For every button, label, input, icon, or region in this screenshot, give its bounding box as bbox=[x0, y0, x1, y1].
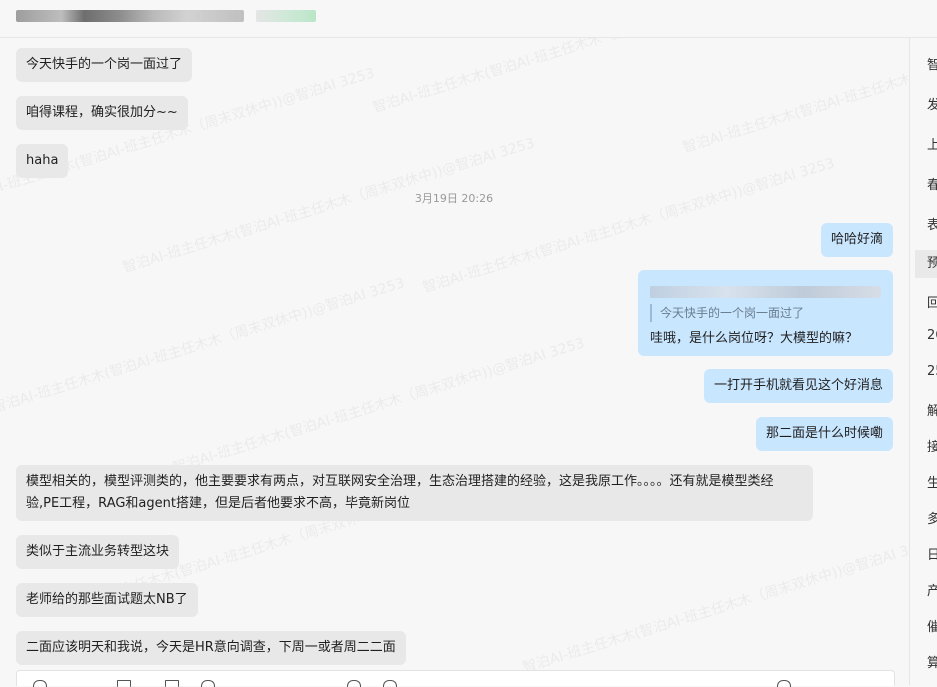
chat-message-sent[interactable]: 那二面是什么时候嘞 bbox=[755, 417, 893, 451]
folder-icon[interactable] bbox=[117, 680, 131, 687]
emoji-icon[interactable] bbox=[33, 680, 47, 687]
chat-message-received[interactable]: 类似于主流业务转型这块 bbox=[16, 535, 180, 569]
side-item[interactable]: 多 bbox=[927, 508, 937, 527]
right-side-panel: 智 发 上 春 表 预 回 26 25 解 接 生 多 日 产 催 算 bbox=[909, 38, 937, 685]
side-item[interactable]: 上 bbox=[927, 134, 937, 153]
side-item[interactable]: 生 bbox=[927, 472, 937, 491]
more-icon[interactable] bbox=[383, 680, 397, 687]
screenshot-icon[interactable] bbox=[165, 680, 179, 687]
side-item[interactable]: 25 bbox=[927, 364, 937, 379]
voice-icon[interactable] bbox=[201, 680, 215, 687]
video-icon[interactable] bbox=[347, 680, 361, 687]
chat-message-received[interactable]: haha bbox=[16, 144, 69, 178]
reply-text: 哇哦，是什么岗位呀？大模型的嘛？ bbox=[650, 331, 859, 346]
side-item[interactable]: 智 bbox=[927, 54, 937, 73]
side-item[interactable]: 接 bbox=[927, 436, 937, 455]
side-item[interactable]: 26 bbox=[927, 328, 937, 343]
side-item[interactable]: 催 bbox=[927, 616, 937, 635]
chat-header bbox=[0, 0, 937, 38]
contact-name-blurred bbox=[16, 10, 244, 22]
chat-message-sent-reply[interactable]: 今天快手的一个岗一面过了 哇哦，是什么岗位呀？大模型的嘛？ bbox=[638, 270, 893, 356]
message-timestamp: 3月19日 20:26 bbox=[414, 192, 494, 205]
side-item[interactable]: 表 bbox=[927, 214, 937, 233]
side-item[interactable]: 解 bbox=[927, 400, 937, 419]
watermark: 智泊AI-班主任木木(智泊AI-班主任木木（周末双休中))@智泊AI 3253 bbox=[170, 335, 587, 477]
side-item[interactable]: 发 bbox=[927, 94, 937, 113]
side-item[interactable]: 算 bbox=[927, 652, 937, 671]
watermark: 智泊AI-班主任木木(智泊AI-班主任木木（周末双休中))@智泊AI 3253 bbox=[680, 38, 908, 157]
chat-message-received[interactable]: 老师给的那些面试题太NB了 bbox=[16, 583, 198, 617]
chat-message-received[interactable]: 今天快手的一个岗一面过了 bbox=[16, 48, 193, 82]
chat-message-sent[interactable]: 哈哈好滴 bbox=[820, 223, 893, 257]
side-item-active[interactable]: 预 bbox=[915, 250, 937, 278]
quoted-sender-blurred bbox=[650, 286, 881, 298]
side-item[interactable]: 回 bbox=[927, 292, 937, 311]
side-item[interactable]: 春 bbox=[927, 174, 937, 193]
side-item[interactable]: 产 bbox=[927, 580, 937, 599]
watermark: 智泊AI-班主任木木(智泊AI-班主任木木（周末双休中))@智泊AI 3253 bbox=[0, 65, 377, 207]
chat-message-received[interactable]: 二面应该明天和我说，今天是HR意向调查，下周一或者周二二面 bbox=[16, 631, 406, 665]
chat-message-sent[interactable]: 一打开手机就看见这个好消息 bbox=[703, 369, 893, 403]
watermark: 智泊AI-班主任木木(智泊AI-班主任木木（周末双休中))@智泊AI 3253 bbox=[370, 38, 787, 117]
chat-message-received[interactable]: 模型相关的，模型评测类的，他主要要求有两点，对互联网安全治理，生态治理搭建的经验… bbox=[16, 465, 813, 521]
history-icon[interactable] bbox=[777, 680, 791, 687]
chat-message-received[interactable]: 咱得课程，确实很加分~~ bbox=[16, 96, 188, 130]
watermark: 智泊AI-班主任木木(智泊AI-班主任木木（周末双休中))@智泊AI 3253 bbox=[0, 275, 407, 417]
message-input-toolbar[interactable] bbox=[16, 670, 895, 687]
status-blurred bbox=[256, 10, 316, 22]
chat-message-area[interactable]: 智泊AI-班主任木木(智泊AI-班主任木木（周末双休中))@智泊AI 3253 … bbox=[0, 38, 908, 685]
side-item[interactable]: 日 bbox=[927, 544, 937, 563]
watermark: 智泊AI-班主任木木(智泊AI-班主任木木（周末双休中))@智泊AI 3253 bbox=[520, 535, 908, 677]
quoted-message: 今天快手的一个岗一面过了 bbox=[650, 304, 881, 322]
